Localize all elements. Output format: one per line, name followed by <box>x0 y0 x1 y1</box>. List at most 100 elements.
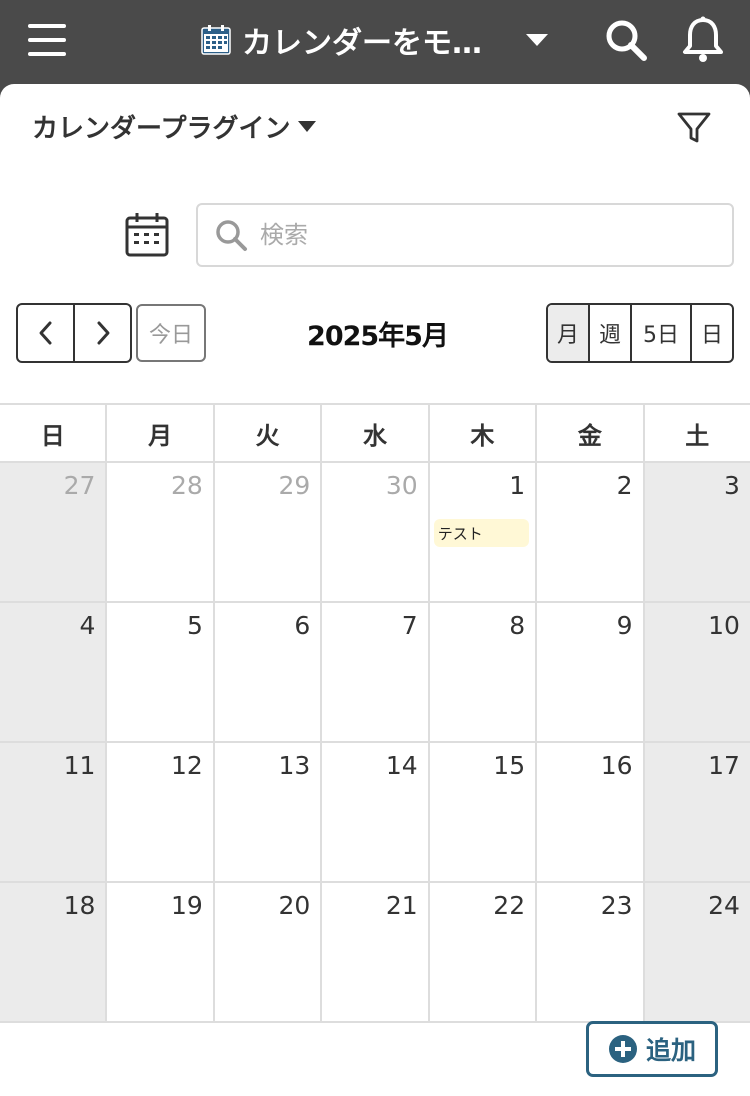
day-number: 6 <box>294 611 311 640</box>
month-grid: 日 月 火 水 木 金 土 27 28 29 30 1 テスト 2 3 4 5 … <box>0 403 750 1023</box>
day-number: 9 <box>616 611 633 640</box>
next-month-button[interactable] <box>75 305 130 361</box>
day-cell[interactable]: 16 <box>537 743 645 881</box>
search-icon[interactable] <box>604 18 648 62</box>
day-number: 18 <box>63 891 96 920</box>
day-number: 19 <box>171 891 203 920</box>
weekday-label: 日 <box>0 405 108 461</box>
day-cell[interactable]: 5 <box>107 603 215 741</box>
day-number: 23 <box>600 891 633 920</box>
top-bar: カレンダーをモ… <box>0 0 750 84</box>
add-button[interactable]: 追加 <box>586 1021 718 1077</box>
day-cell[interactable]: 7 <box>322 603 430 741</box>
day-cell[interactable]: 1 テスト <box>430 463 538 601</box>
day-number: 16 <box>600 751 633 780</box>
day-number: 28 <box>171 471 203 500</box>
weekday-label: 金 <box>537 405 645 461</box>
app-title: カレンダーをモ… <box>242 26 482 61</box>
week-row: 27 28 29 30 1 テスト 2 3 <box>0 463 750 603</box>
day-number: 12 <box>171 751 203 780</box>
day-cell[interactable]: 12 <box>107 743 215 881</box>
weekday-label: 月 <box>107 405 215 461</box>
add-label: 追加 <box>645 1036 696 1065</box>
day-number: 27 <box>63 471 96 500</box>
weekday-label: 木 <box>430 405 538 461</box>
day-number: 17 <box>708 751 740 780</box>
day-cell[interactable]: 11 <box>0 743 108 881</box>
day-cell[interactable]: 15 <box>430 743 538 881</box>
day-cell[interactable]: 18 <box>0 883 108 1021</box>
caret-down-icon <box>298 121 317 132</box>
app-selector[interactable]: カレンダーをモ… <box>200 18 560 62</box>
content-panel: カレンダープラグイン 今日 20 2 5 <box>0 84 750 1096</box>
day-cell[interactable]: 19 <box>107 883 215 1021</box>
day-number: 8 <box>509 611 526 640</box>
day-cell[interactable]: 21 <box>322 883 430 1021</box>
day-cell[interactable]: 2 <box>537 463 645 601</box>
day-number: 24 <box>708 891 740 920</box>
day-number: 10 <box>708 611 740 640</box>
hamburger-menu-icon[interactable] <box>28 22 68 58</box>
event-item[interactable]: テスト <box>433 519 530 547</box>
search-icon <box>216 220 247 251</box>
view-day-button[interactable]: 日 <box>692 305 732 361</box>
day-cell[interactable]: 27 <box>0 463 108 601</box>
week-row: 11 12 13 14 15 16 17 <box>0 743 750 883</box>
view-month-button[interactable]: 月 <box>548 305 590 361</box>
search-input[interactable] <box>260 221 720 249</box>
day-number: 22 <box>493 891 526 920</box>
view-name: カレンダープラグイン <box>32 114 291 144</box>
day-cell[interactable]: 22 <box>430 883 538 1021</box>
day-cell[interactable]: 4 <box>0 603 108 741</box>
prev-month-button[interactable] <box>18 305 75 361</box>
day-cell[interactable]: 20 <box>215 883 323 1021</box>
chevron-left-icon <box>39 321 51 345</box>
view-selector[interactable]: カレンダープラグイン <box>32 108 317 145</box>
day-number: 14 <box>385 751 418 780</box>
day-number: 30 <box>385 471 418 500</box>
day-cell[interactable]: 29 <box>215 463 323 601</box>
day-cell[interactable]: 9 <box>537 603 645 741</box>
view-week-button[interactable]: 週 <box>590 305 632 361</box>
day-number: 1 <box>509 471 526 500</box>
day-cell[interactable]: 17 <box>644 743 750 881</box>
month-nav-group <box>16 303 132 363</box>
day-number: 7 <box>401 611 418 640</box>
day-number: 20 <box>278 891 311 920</box>
day-cell[interactable]: 23 <box>537 883 645 1021</box>
search-field[interactable] <box>196 203 734 267</box>
weekday-label: 水 <box>322 405 430 461</box>
day-cell[interactable]: 6 <box>215 603 323 741</box>
day-number: 5 <box>186 611 203 640</box>
day-cell[interactable]: 13 <box>215 743 323 881</box>
day-number: 11 <box>63 751 96 780</box>
view-5day-button[interactable]: 5日 <box>632 305 692 361</box>
day-number: 21 <box>385 891 418 920</box>
filter-icon[interactable] <box>676 110 712 146</box>
day-number: 3 <box>724 471 740 500</box>
weekday-label: 土 <box>685 421 710 450</box>
weeks: 27 28 29 30 1 テスト 2 3 4 5 6 7 8 9 10 11 … <box>0 463 750 1023</box>
day-number: 4 <box>79 611 96 640</box>
week-row: 4 5 6 7 8 9 10 <box>0 603 750 743</box>
day-cell[interactable]: 24 <box>644 883 750 1021</box>
view-switcher: 月 週 5日 日 <box>546 303 734 363</box>
day-cell[interactable]: 3 <box>644 463 750 601</box>
app-calendar-icon <box>201 25 231 55</box>
day-number: 13 <box>278 751 311 780</box>
day-cell[interactable]: 28 <box>107 463 215 601</box>
today-button[interactable]: 今日 <box>136 304 206 362</box>
chevron-right-icon <box>97 321 109 345</box>
day-number: 29 <box>278 471 311 500</box>
week-row: 18 19 20 21 22 23 24 <box>0 883 750 1023</box>
day-cell[interactable]: 8 <box>430 603 538 741</box>
day-cell[interactable]: 14 <box>322 743 430 881</box>
bell-icon[interactable] <box>682 16 724 64</box>
day-cell[interactable]: 30 <box>322 463 430 601</box>
weekday-header: 日 月 火 水 木 金 土 <box>0 405 750 463</box>
date-picker-icon[interactable] <box>124 212 170 258</box>
plus-circle-icon <box>608 1035 637 1063</box>
chevron-down-icon <box>526 34 548 46</box>
day-cell[interactable]: 10 <box>644 603 750 741</box>
weekday-label: 火 <box>215 405 323 461</box>
